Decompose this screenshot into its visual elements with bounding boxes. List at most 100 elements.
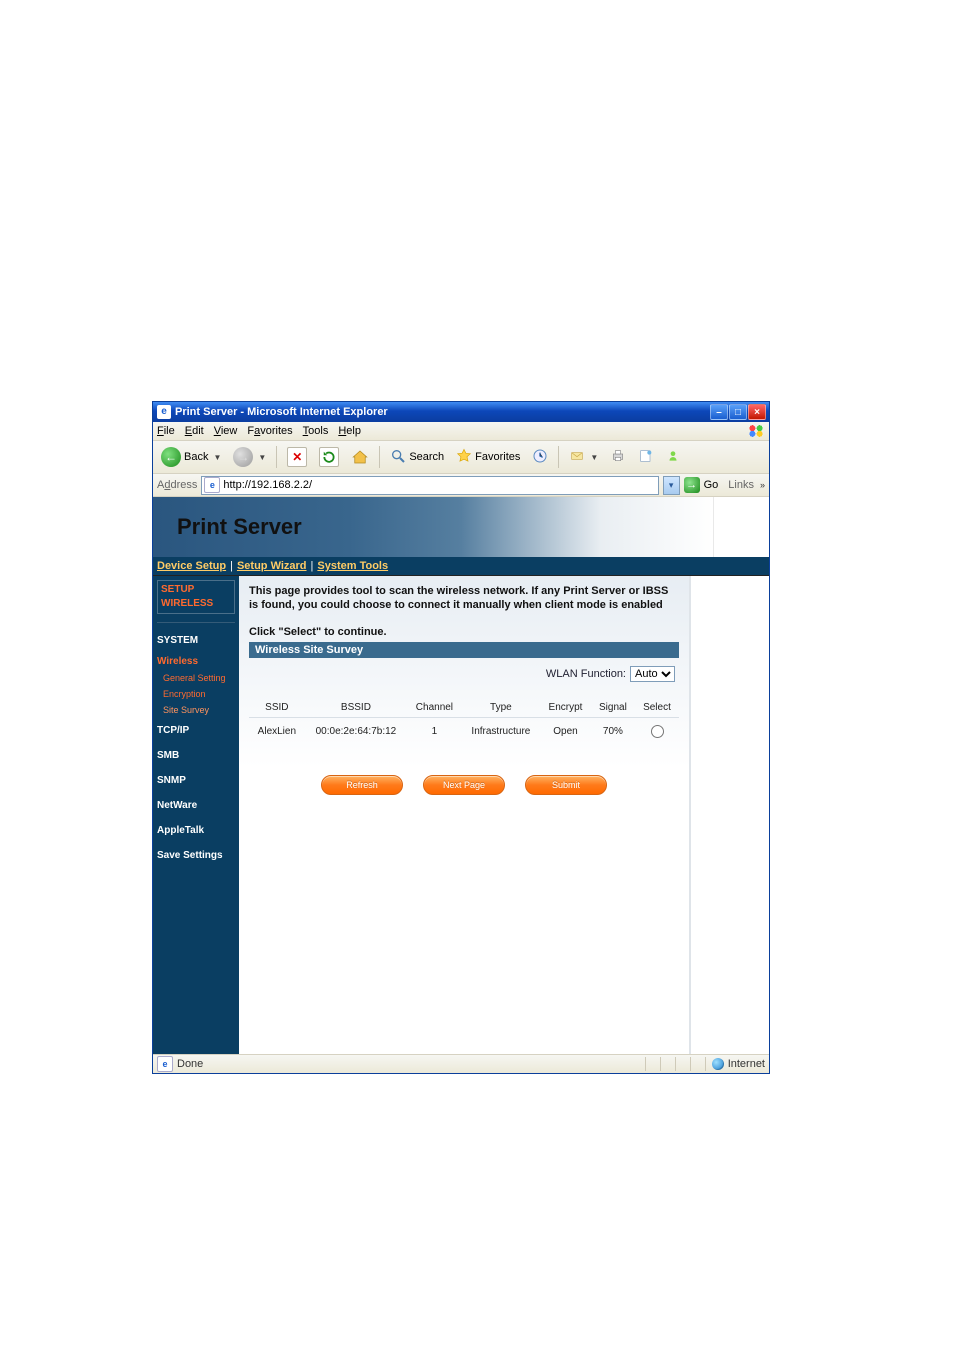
tab-device-setup[interactable]: Device Setup (157, 560, 226, 572)
toolbar: ← Back ▼ → ▼ ✕ Search (153, 441, 769, 474)
stop-button[interactable]: ✕ (283, 445, 311, 469)
sidebar: SETUP WIRELESS SYSTEM Wireless General S… (153, 576, 239, 1054)
globe-icon (712, 1058, 724, 1070)
favorites-button[interactable]: Favorites (452, 446, 524, 469)
th-type: Type (462, 698, 540, 718)
menubar: File Edit View Favorites Tools Help (153, 422, 769, 441)
sidebar-item-general-setting[interactable]: General Setting (157, 673, 235, 683)
cell-channel: 1 (407, 718, 461, 746)
sidebar-item-snmp[interactable]: SNMP (157, 771, 235, 790)
cell-signal: 70% (591, 718, 635, 746)
ie-icon: e (157, 405, 171, 419)
menu-tools[interactable]: Tools (303, 425, 329, 437)
minimize-button[interactable]: – (710, 404, 728, 420)
browser-window: e Print Server - Microsoft Internet Expl… (152, 401, 770, 1074)
address-dropdown-button[interactable]: ▾ (663, 476, 680, 495)
star-icon (456, 448, 472, 467)
address-input[interactable]: e http://192.168.2.2/ (201, 476, 658, 495)
chevron-down-icon: ▼ (590, 453, 598, 462)
home-button[interactable] (347, 446, 373, 468)
go-button[interactable]: → (684, 477, 700, 493)
status-bar: e Done Internet (153, 1054, 769, 1073)
status-cell (690, 1057, 705, 1071)
history-icon (532, 448, 548, 467)
address-bar: Address e http://192.168.2.2/ ▾ → Go Lin… (153, 474, 769, 497)
sidebar-item-netware[interactable]: NetWare (157, 796, 235, 815)
menu-file[interactable]: File (157, 425, 175, 437)
refresh-button[interactable] (315, 445, 343, 469)
menu-edit[interactable]: Edit (185, 425, 204, 437)
back-button[interactable]: ← Back ▼ (157, 445, 225, 469)
cell-ssid: AlexLien (249, 718, 305, 746)
menu-view[interactable]: View (214, 425, 238, 437)
sidebar-item-wireless[interactable]: Wireless (157, 656, 235, 667)
sidebar-item-tcpip[interactable]: TCP/IP (157, 721, 235, 740)
status-text: Done (177, 1058, 203, 1070)
page-hint: Click "Select" to continue. (249, 626, 679, 638)
top-tabs: Device Setup | Setup Wizard | System Too… (153, 557, 769, 576)
main-panel: This page provides tool to scan the wire… (239, 576, 689, 1054)
menu-help[interactable]: Help (338, 425, 361, 437)
wlan-function-select[interactable]: Auto (630, 666, 675, 682)
th-channel: Channel (407, 698, 461, 718)
mail-button[interactable]: ▼ (565, 446, 602, 469)
sidebar-header-setup: SETUP WIRELESS (157, 580, 235, 614)
banner-spacer (713, 497, 769, 557)
sidebar-item-appletalk[interactable]: AppleTalk (157, 821, 235, 840)
cell-type: Infrastructure (462, 718, 540, 746)
history-button[interactable] (528, 446, 552, 469)
maximize-button[interactable]: □ (729, 404, 747, 420)
print-button[interactable] (606, 446, 630, 469)
th-ssid: SSID (249, 698, 305, 718)
survey-table: SSID BSSID Channel Type Encrypt Signal S… (249, 698, 679, 745)
page-icon: e (157, 1056, 173, 1072)
status-cell (660, 1057, 675, 1071)
th-signal: Signal (591, 698, 635, 718)
sidebar-item-smb[interactable]: SMB (157, 746, 235, 765)
toolbar-separator (558, 446, 559, 468)
th-select: Select (635, 698, 679, 718)
tab-system-tools[interactable]: System Tools (317, 560, 388, 572)
edit-icon (638, 448, 654, 467)
wlan-function-label: WLAN Function: (546, 668, 626, 680)
select-radio[interactable] (651, 725, 664, 738)
chevron-right-icon: » (760, 480, 765, 490)
status-cell (675, 1057, 690, 1071)
forward-arrow-icon: → (233, 447, 253, 467)
page-icon: e (204, 477, 220, 493)
close-button[interactable]: × (748, 404, 766, 420)
tab-setup-wizard[interactable]: Setup Wizard (237, 560, 307, 572)
chevron-down-icon: ▼ (258, 453, 266, 462)
page-description: This page provides tool to scan the wire… (249, 584, 679, 612)
search-label: Search (409, 451, 444, 463)
page-content: Print Server Device Setup | Setup Wizard… (153, 497, 769, 1054)
go-label: Go (704, 479, 719, 491)
toolbar-separator (379, 446, 380, 468)
wlan-function-row: WLAN Function: Auto (249, 658, 679, 690)
section-header: Wireless Site Survey (249, 642, 679, 658)
links-label[interactable]: Links (728, 479, 754, 491)
th-bssid: BSSID (305, 698, 407, 718)
tab-separator: | (311, 560, 314, 572)
window-title: Print Server - Microsoft Internet Explor… (175, 406, 388, 418)
sidebar-item-system[interactable]: SYSTEM (157, 631, 235, 650)
refresh-button[interactable]: Refresh (321, 775, 403, 795)
windows-flag-icon (747, 424, 765, 438)
page-title: Print Server (177, 514, 302, 540)
sidebar-item-site-survey[interactable]: Site Survey (157, 705, 235, 715)
edit-button[interactable] (634, 446, 658, 469)
next-page-button[interactable]: Next Page (423, 775, 505, 795)
menu-favorites[interactable]: Favorites (247, 425, 292, 437)
search-button[interactable]: Search (386, 446, 448, 469)
back-arrow-icon: ← (161, 447, 181, 467)
sidebar-item-encryption[interactable]: Encryption (157, 689, 235, 699)
forward-button[interactable]: → ▼ (229, 445, 270, 469)
titlebar: e Print Server - Microsoft Internet Expl… (153, 402, 769, 422)
sidebar-item-save-settings[interactable]: Save Settings (157, 846, 235, 865)
messenger-button[interactable] (662, 447, 684, 468)
submit-button[interactable]: Submit (525, 775, 607, 795)
status-cell (645, 1057, 660, 1071)
stop-icon: ✕ (287, 447, 307, 467)
home-icon (351, 448, 369, 466)
chevron-down-icon: ▼ (213, 453, 221, 462)
